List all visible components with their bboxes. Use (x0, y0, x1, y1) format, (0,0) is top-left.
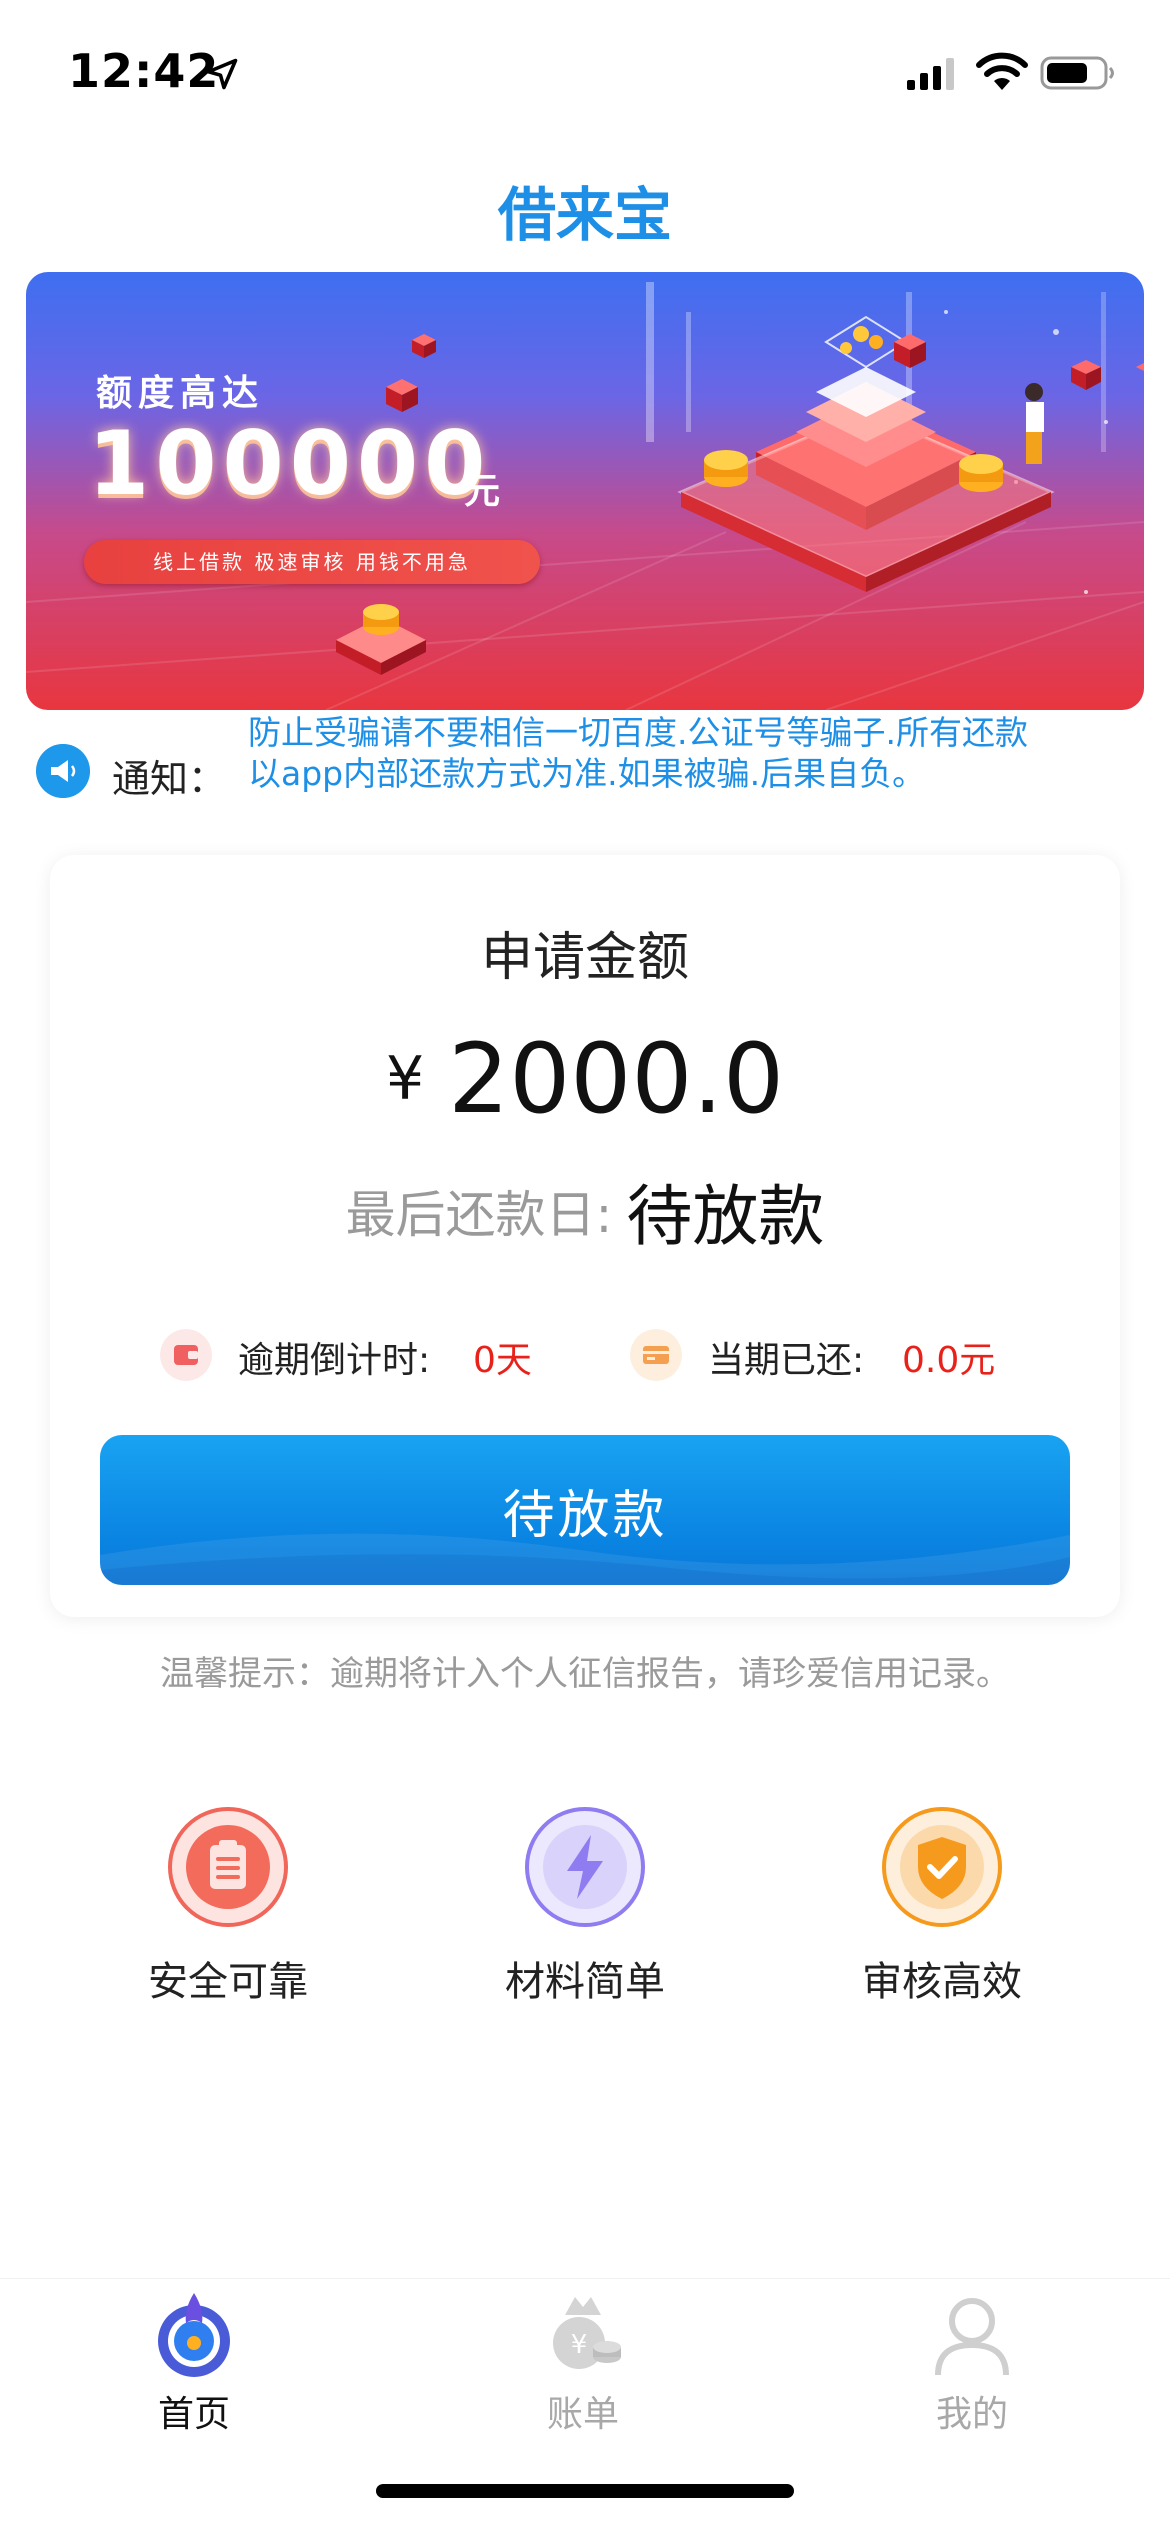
tab-profile[interactable]: 我的 (872, 2279, 1072, 2437)
tab-label: 我的 (935, 2394, 1008, 2435)
overdue-countdown-label: 逾期倒计时: (238, 1340, 431, 1381)
due-date-row: 最后还款日: 待放款 (50, 1163, 1120, 1259)
tab-label: 首页 (157, 2394, 230, 2435)
svg-text:¥: ¥ (571, 2330, 588, 2360)
bill-icon: ¥ (553, 2297, 621, 2369)
feature-safe-reliable: 安全可靠 (98, 1805, 358, 2007)
feature-label: 安全可靠 (148, 1959, 308, 2005)
app-title: 借来宝 (497, 181, 672, 249)
tab-bill[interactable]: ¥ 账单 (483, 2279, 683, 2437)
promo-banner[interactable]: 额度高达 100000 元 线上借款 极速审核 用钱不用急 (26, 272, 1144, 710)
feature-efficient-review: 审核高效 (812, 1805, 1072, 2007)
due-date-label: 最后还款日: (345, 1186, 613, 1244)
loan-card: 申请金额 ¥2000.0 最后还款日: 待放款 逾期倒计时: 0天 当期已还: 0… (50, 855, 1120, 1617)
due-date-value: 待放款 (626, 1178, 825, 1255)
currency-symbol: ¥ (385, 1044, 425, 1114)
feature-simple-materials: 材料简单 (455, 1805, 715, 2007)
wallet-icon (160, 1329, 212, 1381)
location-arrow-icon (206, 58, 238, 90)
lightning-icon (525, 1807, 645, 1927)
button-label: 待放款 (502, 1485, 668, 1546)
home-icon (158, 2293, 230, 2377)
tab-home[interactable]: 首页 (94, 2279, 294, 2437)
profile-icon (935, 2298, 1009, 2376)
credit-tip: 温馨提示：逾期将计入个人征信报告，请珍爱信用记录。 (160, 1654, 1010, 1694)
megaphone-icon (36, 744, 90, 798)
repaid-amount-label: 当期已还: (708, 1340, 865, 1381)
overdue-countdown-value: 0天 (473, 1340, 532, 1381)
loan-amount: 2000.0 (448, 1023, 785, 1135)
banner-left-elements (336, 334, 436, 675)
wifi-icon (976, 52, 1028, 90)
battery-icon (1040, 56, 1114, 90)
home-indicator[interactable] (376, 2484, 794, 2498)
notice-label: 通知： (112, 757, 227, 801)
pending-disbursement-button[interactable]: 待放款 (100, 1435, 1070, 1585)
repaid-amount-value: 0.0元 (902, 1340, 996, 1381)
application-amount-title: 申请金额 (480, 928, 689, 988)
clipboard-icon (168, 1807, 288, 1927)
notice-bar: 通知： 防止受骗请不要相信一切百度.公证号等骗子.所有还款以app内部还款方式为… (30, 712, 1140, 830)
feature-label: 审核高效 (862, 1959, 1022, 2005)
status-bar: 12:42 (0, 0, 1170, 140)
card-icon (630, 1329, 682, 1381)
shield-check-icon (882, 1807, 1002, 1927)
cellular-signal-icon (907, 58, 954, 90)
notice-text: 防止受骗请不要相信一切百度.公证号等骗子.所有还款以app内部还款方式为准.如果… (248, 713, 1028, 793)
status-time: 12:42 (68, 44, 220, 98)
tab-label: 账单 (546, 2394, 619, 2435)
feature-label: 材料简单 (505, 1959, 665, 2005)
amount-row: ¥2000.0 (50, 1023, 1120, 1135)
